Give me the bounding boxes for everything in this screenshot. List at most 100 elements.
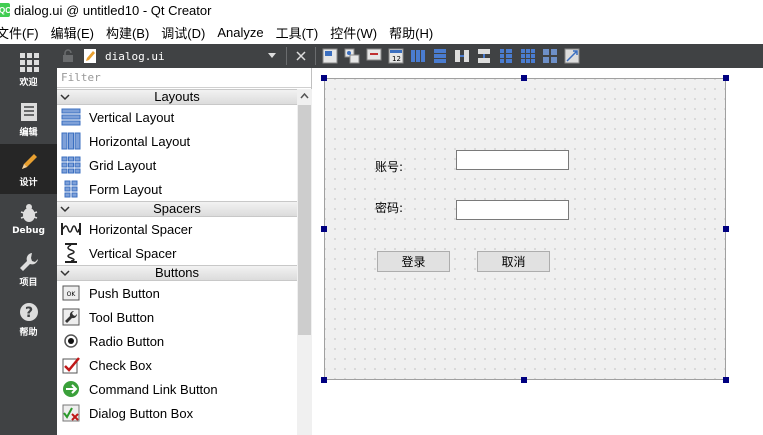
layout-grid-icon[interactable] — [519, 48, 537, 64]
resize-handle-left[interactable] — [321, 226, 327, 232]
resize-handle-bottom-left[interactable] — [321, 377, 327, 383]
category-layouts[interactable]: Layouts — [57, 89, 297, 105]
mode-sidebar: 欢迎 编辑 设计 Debug 项目 ? 帮助 — [0, 44, 57, 435]
form-layout-icon — [61, 179, 81, 199]
menu-analyze[interactable]: Analyze — [211, 25, 269, 40]
mode-label: 欢迎 — [19, 77, 38, 88]
document-name[interactable]: dialog.ui — [105, 50, 261, 63]
mode-debug[interactable]: Debug — [0, 194, 57, 244]
layout-splitter-vertical-icon[interactable] — [475, 48, 493, 64]
form-dialog[interactable]: 账号: 密码: 登录 取消 — [324, 78, 726, 380]
grid-icon — [19, 52, 39, 72]
edit-tab-order-icon[interactable]: 12 — [387, 48, 405, 64]
widget-label: Command Link Button — [89, 381, 218, 397]
widget-label: Radio Button — [89, 333, 165, 349]
widget-horizontal-layout[interactable]: Horizontal Layout — [57, 129, 297, 153]
resize-handle-top-left[interactable] — [321, 75, 327, 81]
close-document-icon[interactable] — [292, 48, 310, 64]
password-line-edit[interactable] — [456, 200, 569, 220]
dialog-button-box-icon — [61, 403, 81, 423]
account-label: 账号: — [375, 160, 404, 174]
menu-tools[interactable]: 工具(T) — [270, 23, 325, 42]
grid-layout-icon — [61, 155, 81, 175]
widget-label: Vertical Layout — [89, 109, 175, 125]
scrollbar-thumb[interactable] — [298, 105, 311, 335]
menu-help[interactable]: 帮助(H) — [383, 23, 439, 42]
widget-form-layout[interactable]: Form Layout — [57, 177, 297, 201]
editor-toolbar: dialog.ui 12 — [57, 44, 763, 68]
radio-button-icon — [61, 331, 81, 351]
widget-dialog-button-box[interactable]: Dialog Button Box — [57, 401, 297, 425]
resize-handle-right[interactable] — [723, 226, 729, 232]
lock-icon — [59, 48, 77, 64]
widget-radio-button[interactable]: Radio Button — [57, 329, 297, 353]
widget-horizontal-spacer[interactable]: Horizontal Spacer — [57, 217, 297, 241]
login-button[interactable]: 登录 — [377, 251, 450, 272]
document-icon — [20, 102, 37, 121]
widget-command-link-button[interactable]: Command Link Button — [57, 377, 297, 401]
svg-text:OK: OK — [67, 291, 77, 298]
menu-edit[interactable]: 编辑(E) — [45, 23, 100, 42]
menu-file[interactable]: 文件(F) — [0, 23, 45, 42]
resize-handle-top[interactable] — [521, 75, 527, 81]
edit-signals-slots-icon[interactable] — [343, 48, 361, 64]
widget-vertical-layout[interactable]: Vertical Layout — [57, 105, 297, 129]
widget-vertical-spacer[interactable]: Vertical Spacer — [57, 241, 297, 265]
document-dropdown-icon[interactable] — [263, 48, 281, 64]
pencil-icon — [21, 153, 37, 169]
vertical-layout-icon — [61, 107, 81, 127]
resize-handle-bottom[interactable] — [521, 377, 527, 383]
widget-box-panel: Filter Layouts Vertical Layout Horizonta… — [57, 68, 312, 435]
account-line-edit[interactable] — [456, 150, 569, 170]
resize-handle-bottom-right[interactable] — [723, 377, 729, 383]
menu-build[interactable]: 构建(B) — [100, 23, 155, 42]
widget-label: Grid Layout — [89, 157, 157, 173]
chevron-down-icon — [60, 94, 70, 101]
mode-help[interactable]: ? 帮助 — [0, 294, 57, 344]
scroll-up-icon[interactable] — [300, 92, 309, 100]
svg-text:12: 12 — [392, 55, 401, 63]
window-title: dialog.ui @ untitled10 - Qt Creator — [14, 2, 212, 18]
menu-widgets[interactable]: 控件(W) — [324, 23, 383, 42]
mode-projects[interactable]: 项目 — [0, 244, 57, 294]
resize-handle-top-right[interactable] — [723, 75, 729, 81]
mode-edit[interactable]: 编辑 — [0, 94, 57, 144]
category-buttons[interactable]: Buttons — [57, 265, 297, 281]
mode-label: Debug — [12, 226, 45, 236]
qt-creator-logo-icon: QC — [0, 3, 11, 17]
password-label: 密码: — [375, 201, 404, 215]
widget-label: Check Box — [89, 357, 152, 373]
adjust-size-icon[interactable] — [563, 48, 581, 64]
mode-label: 编辑 — [19, 127, 38, 138]
check-box-icon — [61, 355, 81, 375]
mode-welcome[interactable]: 欢迎 — [0, 44, 57, 94]
layout-form-icon[interactable] — [497, 48, 515, 64]
toolbar-separator — [286, 47, 287, 65]
widget-label: Push Button — [89, 285, 160, 301]
mode-label: 项目 — [19, 277, 38, 288]
widget-tool-button[interactable]: Tool Button — [57, 305, 297, 329]
cancel-button[interactable]: 取消 — [477, 251, 550, 272]
layout-vertically-icon[interactable] — [431, 48, 449, 64]
category-spacers[interactable]: Spacers — [57, 201, 297, 217]
widget-box-scrollbar[interactable] — [297, 89, 312, 435]
bug-icon — [20, 204, 37, 222]
widget-grid-layout[interactable]: Grid Layout — [57, 153, 297, 177]
help-icon: ? — [19, 302, 38, 321]
edit-widgets-icon[interactable] — [321, 48, 339, 64]
edit-buddies-icon[interactable] — [365, 48, 383, 64]
widget-check-box[interactable]: Check Box — [57, 353, 297, 377]
menu-debug[interactable]: 调试(D) — [155, 23, 211, 42]
widget-push-button[interactable]: OK Push Button — [57, 281, 297, 305]
widget-filter-input[interactable]: Filter — [57, 68, 311, 88]
mode-design[interactable]: 设计 — [0, 144, 57, 194]
widget-label: Horizontal Spacer — [89, 221, 193, 237]
menu-bar: 文件(F) 编辑(E) 构建(B) 调试(D) Analyze 工具(T) 控件… — [0, 20, 763, 44]
layout-splitter-horizontal-icon[interactable] — [453, 48, 471, 64]
command-link-icon — [61, 379, 81, 399]
widget-label: Tool Button — [89, 309, 155, 325]
category-label: Layouts — [154, 89, 200, 104]
break-layout-icon[interactable] — [541, 48, 559, 64]
layout-horizontally-icon[interactable] — [409, 48, 427, 64]
title-bar: QC dialog.ui @ untitled10 - Qt Creator — [0, 0, 763, 20]
